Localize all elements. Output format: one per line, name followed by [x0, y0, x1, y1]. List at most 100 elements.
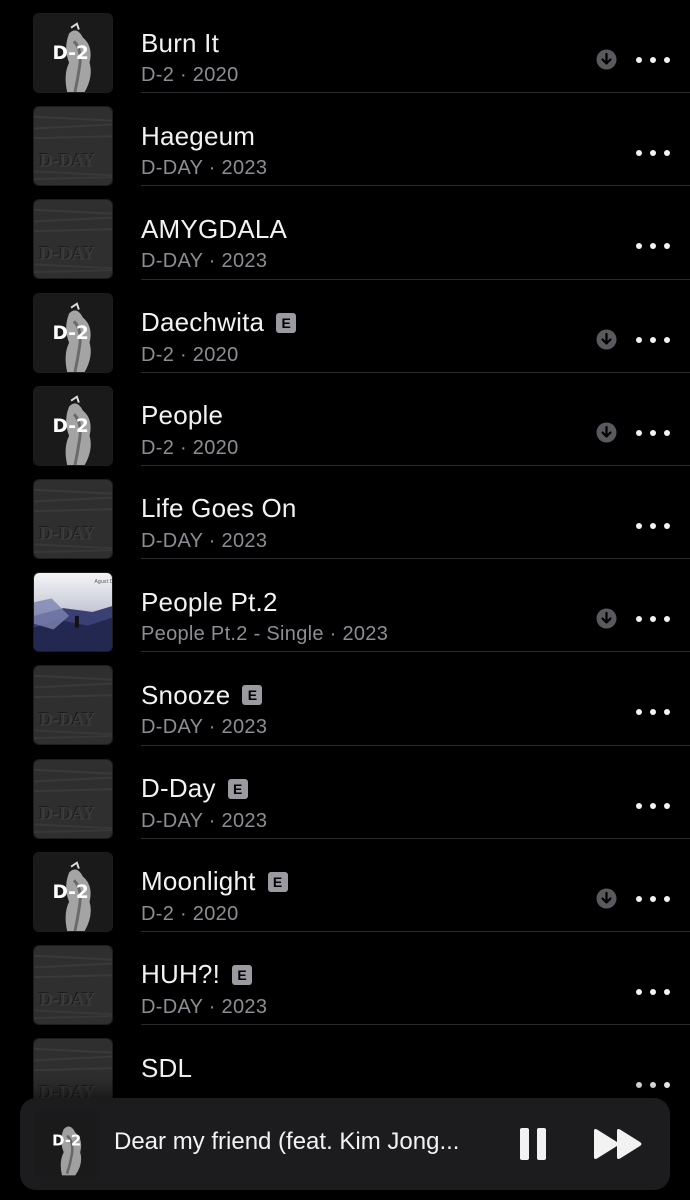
song-row[interactable]: D-2 Daechwita E D-2 · 2020 — [0, 280, 690, 373]
ellipsis-icon-dot — [650, 1082, 656, 1089]
more-options-button[interactable] — [636, 48, 670, 72]
song-subtitle: People Pt.2 - Single · 2023 — [141, 623, 389, 646]
more-options-button[interactable] — [636, 514, 670, 538]
more-options-button[interactable] — [636, 1073, 670, 1097]
more-options-button[interactable] — [636, 980, 670, 1004]
song-subtitle: D-DAY · 2023 — [141, 157, 268, 180]
more-options-button[interactable] — [636, 141, 670, 165]
ellipsis-icon-dot — [664, 802, 670, 809]
ellipsis-icon-dot — [664, 988, 670, 995]
song-text: Snooze E D-DAY · 2023 — [141, 678, 580, 739]
svg-text:D-DAY: D-DAY — [39, 710, 95, 730]
arrow-down-circle-icon — [596, 49, 617, 70]
song-row[interactable]: Agust D People Pt.2 People Pt.2 - Single ·… — [0, 559, 690, 653]
ellipsis-icon-dot — [636, 429, 642, 436]
song-text: SDL — [141, 1051, 580, 1089]
svg-text:D-DAY: D-DAY — [39, 151, 95, 171]
song-subtitle: D-2 · 2020 — [141, 64, 239, 86]
ellipsis-icon-dot — [636, 895, 642, 902]
song-row[interactable]: D-DAY D-DAY HUH?! E D-DAY · 2023 — [0, 932, 690, 1026]
album-artwork: D-DAY D-DAY — [33, 199, 113, 280]
album-artwork: D-2 — [33, 13, 113, 93]
song-text: Daechwita E D-2 · 2020 — [141, 306, 580, 367]
album-art-d2: D-2 — [34, 852, 112, 931]
ellipsis-icon-dot — [636, 336, 642, 343]
album-art-people-pt2: Agust D — [34, 573, 112, 652]
explicit-badge: E — [267, 871, 288, 892]
pause-icon — [520, 1128, 546, 1160]
ellipsis-icon-dot — [664, 709, 670, 716]
forward-icon — [594, 1129, 642, 1159]
song-subtitle: D-DAY · 2023 — [141, 995, 268, 1018]
more-options-button[interactable] — [636, 887, 670, 911]
album-art-d2: D-2 — [34, 1111, 100, 1177]
ellipsis-icon-dot — [650, 709, 656, 716]
svg-text:D-DAY: D-DAY — [39, 523, 95, 543]
ellipsis-icon-dot — [636, 616, 642, 623]
album-artwork: D-DAY D-DAY — [33, 758, 113, 839]
song-title: D-Day — [141, 773, 216, 803]
song-row[interactable]: D-2 Burn It D-2 · 2020 — [0, 0, 690, 94]
album-art-label: Agust D — [94, 579, 112, 585]
arrow-down-circle-icon — [596, 422, 617, 443]
song-title: Daechwita — [141, 307, 265, 338]
mini-player[interactable]: D-2 Dear my friend (feat. Kim Jong... — [20, 1098, 670, 1190]
more-options-button[interactable] — [636, 234, 670, 258]
downloaded-indicator — [596, 888, 617, 909]
more-options-button[interactable] — [636, 700, 670, 724]
song-text: People D-2 · 2020 — [141, 399, 580, 460]
song-title: Moonlight — [141, 866, 256, 897]
skip-forward-button[interactable] — [592, 1128, 644, 1160]
song-row[interactable]: D-2 Moonlight E D-2 · 2020 — [0, 839, 690, 932]
explicit-badge: E — [227, 778, 248, 799]
album-art-label: D-2 — [53, 882, 89, 903]
song-subtitle: D-DAY · 2023 — [141, 809, 268, 832]
song-title: SDL — [141, 1052, 193, 1083]
ellipsis-icon-dot — [650, 243, 656, 250]
album-art-label: D-2 — [53, 322, 89, 343]
ellipsis-icon-dot — [636, 243, 642, 250]
song-text: HUH?! E D-DAY · 2023 — [141, 958, 580, 1019]
song-row[interactable]: D-DAY D-DAY Snooze E D-DAY · 2023 — [0, 652, 690, 746]
song-subtitle: D-2 · 2020 — [141, 436, 239, 459]
ellipsis-icon-dot — [650, 895, 656, 902]
explicit-badge: E — [232, 964, 253, 985]
song-row[interactable]: D-DAY D-DAY AMYGDALA D-DAY · 2023 — [0, 186, 690, 280]
more-options-button[interactable] — [636, 794, 670, 818]
ellipsis-icon-dot — [650, 336, 656, 343]
album-artwork: D-DAY D-DAY — [33, 478, 113, 559]
album-art-dday: D-DAYD-DAY — [34, 945, 112, 1024]
ellipsis-icon-dot — [650, 522, 656, 529]
song-row[interactable]: D-2 People D-2 · 2020 — [0, 373, 690, 466]
pause-button[interactable] — [518, 1126, 548, 1162]
album-art-d2: D-2 — [34, 293, 112, 372]
song-row[interactable]: D-DAY D-DAY D-Day E D-DAY · 2023 — [0, 746, 690, 839]
more-options-button[interactable] — [636, 607, 670, 631]
downloaded-indicator — [596, 329, 617, 350]
album-artwork: D-2 — [33, 385, 113, 466]
song-row[interactable]: D-DAY D-DAY Haegeum D-DAY · 2023 — [0, 93, 690, 187]
more-options-button[interactable] — [636, 328, 670, 352]
album-artwork: D-DAY D-DAY — [33, 106, 113, 187]
ellipsis-icon-dot — [650, 150, 656, 157]
song-list: D-2 Burn It D-2 · 2020 D-DAY D-DAY Haegeum D-D… — [0, 0, 690, 1119]
ellipsis-icon-dot — [664, 429, 670, 436]
ellipsis-icon-dot — [664, 336, 670, 343]
now-playing-artwork: D-2 — [34, 1111, 100, 1177]
song-row[interactable]: D-DAY D-DAY Life Goes On D-DAY · 2023 — [0, 466, 690, 560]
explicit-badge: E — [276, 312, 297, 333]
album-art-label: D-2 — [52, 1132, 81, 1150]
downloaded-indicator — [596, 422, 617, 443]
more-options-button[interactable] — [636, 421, 670, 445]
song-text: People Pt.2 People Pt.2 - Single · 2023 — [141, 585, 580, 646]
now-playing-title[interactable]: Dear my friend (feat. Kim Jong... — [114, 1128, 499, 1156]
library-songs-screen: D-2 Burn It D-2 · 2020 D-DAY D-DAY Haegeum D-D… — [0, 0, 690, 1200]
song-title: Burn It — [141, 27, 219, 58]
ellipsis-icon-dot — [636, 522, 642, 529]
album-artwork: D-DAY D-DAY — [33, 944, 113, 1025]
song-text: Life Goes On D-DAY · 2023 — [141, 492, 580, 553]
explicit-badge: E — [242, 685, 263, 706]
ellipsis-icon-dot — [636, 1082, 642, 1089]
ellipsis-icon-dot — [650, 802, 656, 809]
album-artwork: Agust D — [33, 572, 113, 653]
